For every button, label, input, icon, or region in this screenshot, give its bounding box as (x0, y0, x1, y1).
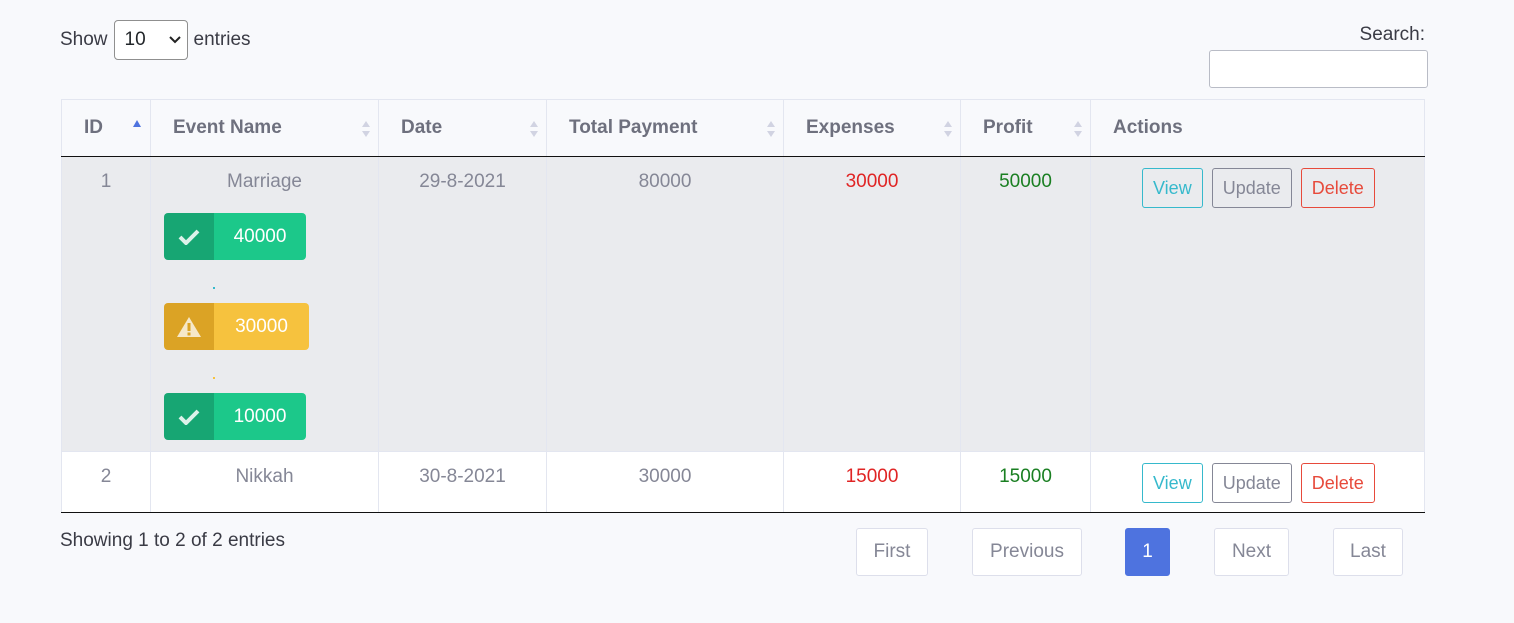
entries-label: entries (193, 29, 251, 50)
view-button[interactable]: View (1142, 463, 1203, 503)
cell-event-name: Marriage 40000 30000 10000 (150, 156, 379, 452)
table-info: Showing 1 to 2 of 2 entries (60, 530, 285, 551)
sort-icon (362, 121, 370, 137)
cell-expenses: 15000 (783, 451, 961, 513)
table-header-row: ID Event Name Date Total Payment Expense… (61, 99, 1425, 157)
cell-id: 2 (61, 451, 151, 513)
column-header-expenses[interactable]: Expenses (783, 99, 961, 157)
payment-badge: 10000 (164, 393, 306, 440)
sort-icon (1074, 121, 1082, 137)
sort-icon (530, 121, 538, 137)
pagination-first[interactable]: First (856, 528, 928, 576)
show-label: Show (60, 29, 108, 50)
sort-icon (944, 121, 952, 137)
cell-date: 30-8-2021 (378, 451, 547, 513)
cell-expenses: 30000 (783, 156, 961, 452)
search-label: Search: (1359, 24, 1425, 45)
cell-total-payment: 80000 (546, 156, 784, 452)
check-icon (164, 213, 214, 260)
separator-dot (213, 377, 215, 379)
entries-select[interactable]: 10 (113, 20, 188, 60)
view-button[interactable]: View (1142, 168, 1203, 208)
column-header-id[interactable]: ID (61, 99, 151, 157)
payment-amount: 10000 (214, 393, 306, 440)
pagination-page-1[interactable]: 1 (1125, 528, 1170, 576)
pagination-previous[interactable]: Previous (972, 528, 1082, 576)
cell-total-payment: 30000 (546, 451, 784, 513)
delete-button[interactable]: Delete (1300, 463, 1375, 503)
pagination-last[interactable]: Last (1333, 528, 1403, 576)
table-row: 1 Marriage 40000 30000 10000 29-8-2021 8… (61, 156, 1425, 452)
column-header-profit[interactable]: Profit (960, 99, 1091, 157)
separator-dot (213, 287, 215, 289)
chevron-down-icon (168, 36, 181, 44)
update-button[interactable]: Update (1211, 463, 1292, 503)
cell-actions: View Update Delete (1090, 451, 1425, 513)
column-header-actions: Actions (1090, 99, 1425, 157)
payment-badge: 40000 (164, 213, 306, 260)
length-menu: Show 10 entries (60, 20, 251, 60)
pagination-next[interactable]: Next (1214, 528, 1289, 576)
column-header-date[interactable]: Date (378, 99, 547, 157)
payment-amount: 40000 (214, 213, 306, 260)
payment-amount: 30000 (214, 303, 309, 350)
entries-select-value: 10 (124, 29, 146, 50)
event-name: Marriage (227, 171, 302, 192)
column-header-total-payment[interactable]: Total Payment (546, 99, 784, 157)
cell-profit: 15000 (960, 451, 1091, 513)
search-input[interactable] (1209, 50, 1428, 88)
warning-icon (164, 303, 214, 350)
cell-date: 29-8-2021 (378, 156, 547, 452)
update-button[interactable]: Update (1211, 168, 1292, 208)
sort-icon (767, 121, 775, 137)
cell-event-name: Nikkah (150, 451, 379, 513)
check-icon (164, 393, 214, 440)
cell-actions: View Update Delete (1090, 156, 1425, 452)
sort-ascending-icon (133, 120, 141, 127)
table-row: 2 Nikkah 30-8-2021 30000 15000 15000 Vie… (61, 451, 1425, 513)
payment-badge: 30000 (164, 303, 309, 350)
cell-profit: 50000 (960, 156, 1091, 452)
column-header-event-name[interactable]: Event Name (150, 99, 379, 157)
cell-id: 1 (61, 156, 151, 452)
delete-button[interactable]: Delete (1300, 168, 1375, 208)
events-table: ID Event Name Date Total Payment Expense… (61, 99, 1425, 513)
